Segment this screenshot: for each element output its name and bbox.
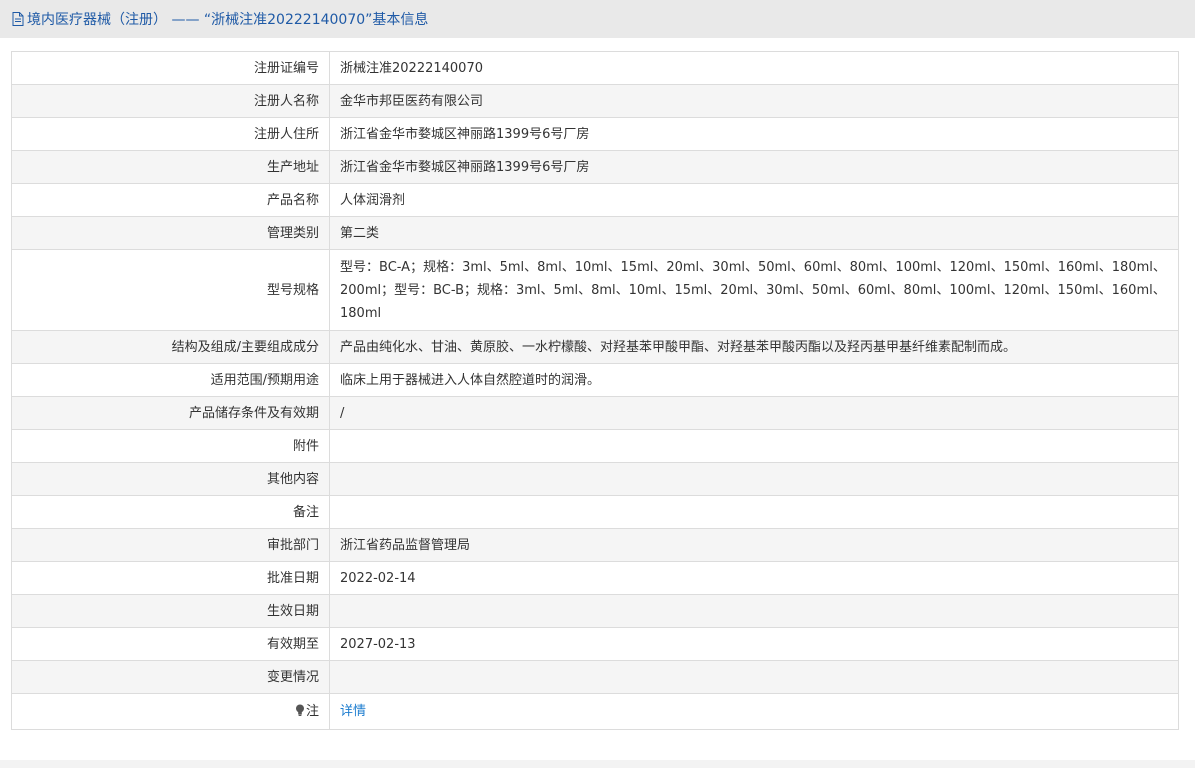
table-row: 批准日期 2022-02-14	[11, 561, 1179, 595]
note-label-cell: 注	[11, 693, 330, 730]
row-value: 金华市邦臣医药有限公司	[329, 84, 1179, 118]
row-label: 变更情况	[11, 660, 330, 694]
table-row: 生产地址 浙江省金华市婺城区神丽路1399号6号厂房	[11, 150, 1179, 184]
table-row: 有效期至 2027-02-13	[11, 627, 1179, 661]
row-value: 2022-02-14	[329, 561, 1179, 595]
row-value: 2027-02-13	[329, 627, 1179, 661]
table-row: 管理类别 第二类	[11, 216, 1179, 250]
row-label: 有效期至	[11, 627, 330, 661]
row-value: 第二类	[329, 216, 1179, 250]
table-row: 生效日期	[11, 594, 1179, 628]
table-row: 结构及组成/主要组成成分 产品由纯化水、甘油、黄原胶、一水柠檬酸、对羟基苯甲酸甲…	[11, 330, 1179, 364]
row-value: 临床上用于器械进入人体自然腔道时的润滑。	[329, 363, 1179, 397]
row-value	[329, 495, 1179, 529]
row-label: 注册人住所	[11, 117, 330, 151]
info-panel: 注册证编号 浙械注准20222140070 注册人名称 金华市邦臣医药有限公司 …	[0, 38, 1195, 760]
row-value: 产品由纯化水、甘油、黄原胶、一水柠檬酸、对羟基苯甲酸甲酯、对羟基苯甲酸丙酯以及羟…	[329, 330, 1179, 364]
row-label: 产品储存条件及有效期	[11, 396, 330, 430]
row-label: 结构及组成/主要组成成分	[11, 330, 330, 364]
row-label: 审批部门	[11, 528, 330, 562]
row-value: 浙江省金华市婺城区神丽路1399号6号厂房	[329, 117, 1179, 151]
page: 境内医疗器械（注册） —— “浙械注准20222140070”基本信息 注册证编…	[0, 0, 1195, 768]
page-header: 境内医疗器械（注册） —— “浙械注准20222140070”基本信息	[0, 0, 1195, 38]
table-row: 注册人住所 浙江省金华市婺城区神丽路1399号6号厂房	[11, 117, 1179, 151]
table-row-note: 注 详情	[11, 693, 1179, 730]
row-label: 备注	[11, 495, 330, 529]
table-row: 注册人名称 金华市邦臣医药有限公司	[11, 84, 1179, 118]
row-value	[329, 660, 1179, 694]
row-label: 其他内容	[11, 462, 330, 496]
table-row: 适用范围/预期用途 临床上用于器械进入人体自然腔道时的润滑。	[11, 363, 1179, 397]
row-label: 产品名称	[11, 183, 330, 217]
row-value	[329, 429, 1179, 463]
lightbulb-icon	[295, 701, 305, 716]
table-row: 审批部门 浙江省药品监督管理局	[11, 528, 1179, 562]
row-value	[329, 594, 1179, 628]
note-value-cell: 详情	[329, 693, 1179, 730]
row-label: 批准日期	[11, 561, 330, 595]
row-value	[329, 462, 1179, 496]
table-row: 注册证编号 浙械注准20222140070	[11, 51, 1179, 85]
table-row: 附件	[11, 429, 1179, 463]
table-row: 产品名称 人体润滑剂	[11, 183, 1179, 217]
page-title: 境内医疗器械（注册） —— “浙械注准20222140070”基本信息	[27, 12, 429, 28]
info-table: 注册证编号 浙械注准20222140070 注册人名称 金华市邦臣医药有限公司 …	[11, 51, 1179, 730]
row-value: 浙江省金华市婺城区神丽路1399号6号厂房	[329, 150, 1179, 184]
row-label: 注册人名称	[11, 84, 330, 118]
row-label: 型号规格	[11, 249, 330, 331]
row-value: /	[329, 396, 1179, 430]
table-row: 型号规格 型号：BC-A；规格：3ml、5ml、8ml、10ml、15ml、20…	[11, 249, 1179, 331]
row-label: 生效日期	[11, 594, 330, 628]
table-row: 产品储存条件及有效期 /	[11, 396, 1179, 430]
row-label: 适用范围/预期用途	[11, 363, 330, 397]
table-row: 其他内容	[11, 462, 1179, 496]
row-value: 浙械注准20222140070	[329, 51, 1179, 85]
row-label: 生产地址	[11, 150, 330, 184]
row-label: 附件	[11, 429, 330, 463]
row-label: 注册证编号	[11, 51, 330, 85]
row-value: 浙江省药品监督管理局	[329, 528, 1179, 562]
details-link[interactable]: 详情	[340, 704, 366, 719]
row-label: 管理类别	[11, 216, 330, 250]
row-value: 型号：BC-A；规格：3ml、5ml、8ml、10ml、15ml、20ml、30…	[329, 249, 1179, 331]
table-row: 备注	[11, 495, 1179, 529]
note-label: 注	[305, 704, 319, 719]
document-icon	[12, 12, 24, 26]
row-value: 人体润滑剂	[329, 183, 1179, 217]
table-row: 变更情况	[11, 660, 1179, 694]
